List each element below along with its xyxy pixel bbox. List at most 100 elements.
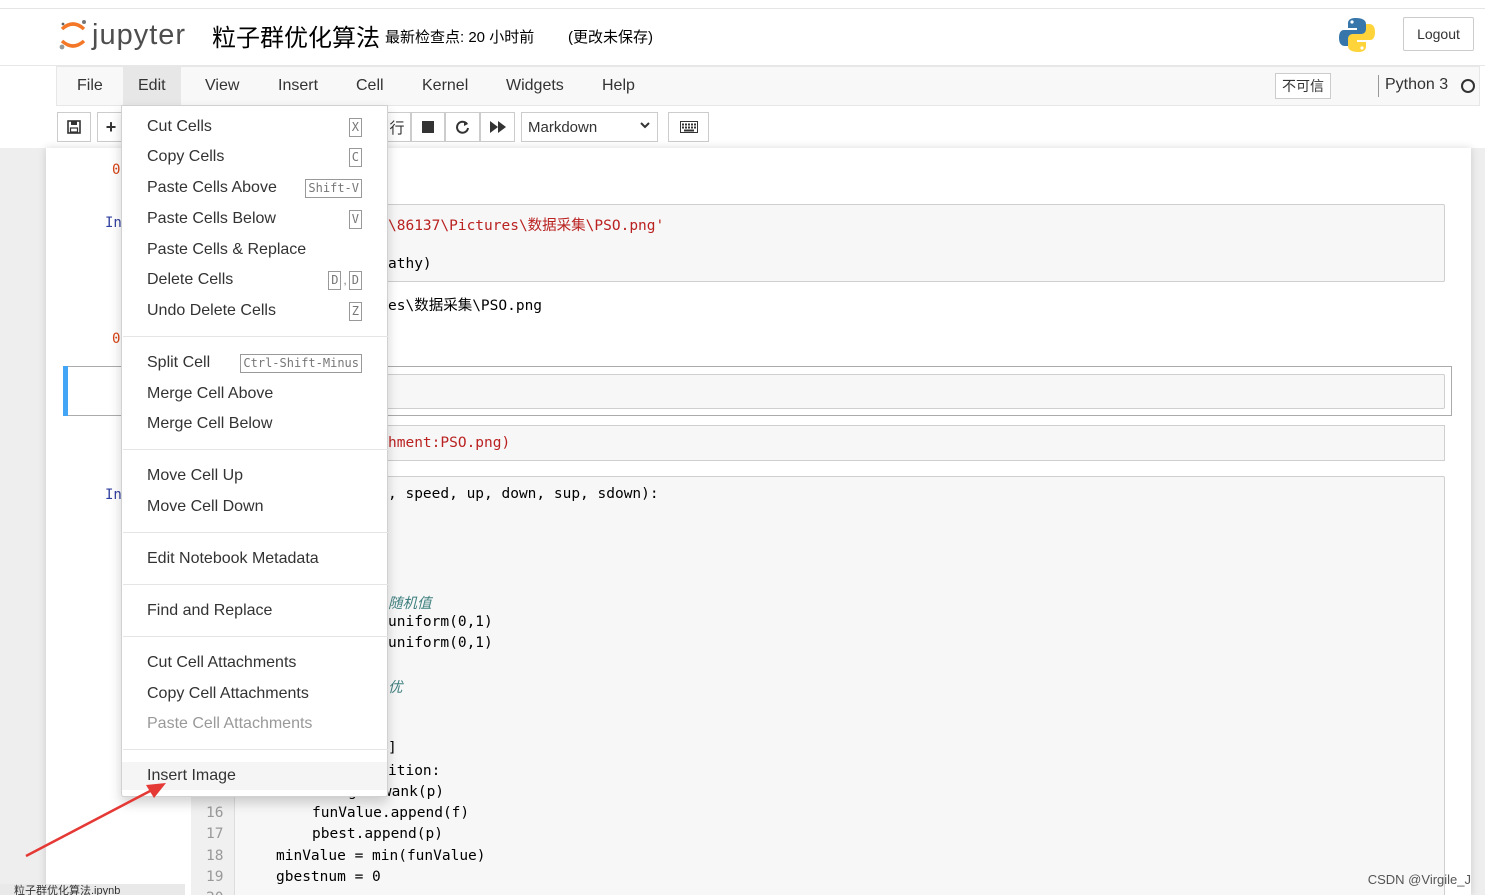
menu-item-label: Paste Cells Above [147,179,277,196]
menu-insert[interactable]: Insert [263,67,333,105]
menu-file[interactable]: File [62,67,118,105]
shortcut-key: X [348,117,362,137]
menu-item-paste-cells-replace[interactable]: Paste Cells & Replace [122,236,387,264]
menu-help[interactable]: Help [587,67,650,105]
restart-kernel-button[interactable] [445,112,480,142]
line-number: 17 [206,826,224,842]
menu-item-label: Cut Cell Attachments [147,654,297,671]
menu-item-merge-cell-below[interactable]: Merge Cell Below [122,410,387,438]
command-palette-button[interactable] [668,112,709,142]
menu-item-label: Merge Cell Above [147,385,274,402]
menu-item-edit-notebook-metadata[interactable]: Edit Notebook Metadata [122,545,387,573]
menu-item-undo-delete-cells[interactable]: Undo Delete Cells Z [122,297,387,325]
shortcut-keys: D,D [328,270,362,290]
menu-item-label: Undo Delete Cells [147,302,276,319]
output-prompt: 0 [112,331,121,347]
browser-tab-hint: 粒子群优化算法.ipynb [0,884,185,895]
menu-kernel[interactable]: Kernel [407,67,483,105]
menu-item-delete-cells[interactable]: Delete Cells D,D [122,266,387,294]
menu-divider [123,336,388,337]
jupyter-logo[interactable]: jupyter [58,16,186,54]
plus-icon: + [105,116,117,137]
menu-item-find-and-replace[interactable]: Find and Replace [122,597,387,625]
restart-icon [456,120,469,134]
top-rule [0,8,1485,9]
kernel-name: Python 3 [1385,76,1449,93]
menu-widgets[interactable]: Widgets [491,67,579,105]
menu-item-label: Cut Cells [147,118,212,135]
menu-item-paste-cells-below[interactable]: Paste Cells Below V [122,205,387,233]
line-number: 16 [206,805,224,821]
input-prompt: In [105,487,122,503]
trust-notebook-badge[interactable]: 不可信 [1275,73,1331,99]
code-line: pbest.append(p) [312,826,443,842]
shortcut-key: Shift-V [305,178,362,198]
restart-run-all-button[interactable] [480,112,515,142]
menu-item-label: Copy Cell Attachments [147,685,309,702]
menubar: File Edit View Insert Cell Kernel Widget… [56,66,1480,106]
menu-divider [123,749,388,750]
save-icon [67,120,81,134]
jupyter-logo-text: jupyter [92,18,187,51]
code-comment: 随机值 [388,596,432,612]
chevron-down-icon [639,119,651,134]
shortcut-key: Ctrl-Shift-Minus [240,353,362,373]
run-button[interactable]: 行 [384,112,411,142]
menu-edit[interactable]: Edit [123,67,181,105]
menu-item-label: Copy Cells [147,148,225,165]
code-line: ] [388,740,397,756]
attachment-reference: hment:PSO.png) [388,435,511,451]
logout-button[interactable]: Logout [1403,17,1474,51]
autosave-status: (更改未保存) [568,29,653,46]
menu-item-label: Delete Cells [147,271,234,288]
menu-item-label: Find and Replace [147,602,273,619]
code-line: ition: [388,763,441,779]
menu-item-label: Paste Cell Attachments [147,715,313,732]
menu-cell[interactable]: Cell [341,67,399,105]
code-line: funValue.append(f) [312,805,470,821]
selected-cell-indicator [63,366,68,416]
line-number: 19 [206,869,224,885]
menu-item-copy-cells[interactable]: Copy Cells C [122,143,387,171]
menu-divider [123,532,388,533]
menu-item-merge-cell-above[interactable]: Merge Cell Above [122,380,387,408]
line-number: 20 [206,890,223,895]
menu-item-paste-cell-attachments: Paste Cell Attachments [122,710,387,738]
stop-icon [422,121,434,133]
menu-item-label: Merge Cell Below [147,415,273,432]
save-button[interactable] [57,112,91,142]
menu-item-label: Edit Notebook Metadata [147,550,319,567]
code-line: \86137\Pictures\数据采集\PSO.png' [388,218,665,234]
code-line: gbestnum = 0 [276,869,381,885]
annotation-arrow-icon [25,783,166,858]
shortcut-key: C [348,147,362,167]
shortcut-key: D [328,270,342,290]
input-prompt: In [105,215,122,231]
menu-item-paste-cells-above[interactable]: Paste Cells Above Shift-V [122,174,387,202]
shortcut-key: Z [348,301,362,321]
notebook-title[interactable]: 粒子群优化算法 [212,18,380,53]
menu-item-move-cell-down[interactable]: Move Cell Down [122,493,387,521]
menu-item-copy-cell-attachments[interactable]: Copy Cell Attachments [122,680,387,708]
csdn-watermark: CSDN @Virgile_J [1367,872,1471,887]
menu-view[interactable]: View [190,67,254,105]
menu-divider [123,584,388,585]
menu-item-cut-cell-attachments[interactable]: Cut Cell Attachments [122,649,387,677]
shortcut-separator: , [343,273,347,287]
cell-type-select[interactable]: Markdown [521,112,658,142]
interrupt-kernel-button[interactable] [411,112,445,142]
menu-item-label: Move Cell Down [147,498,264,515]
menu-item-label: Move Cell Up [147,467,244,484]
menu-item-label: Split Cell [147,354,211,371]
menu-item-label: Paste Cells Below [147,210,276,227]
kernel-idle-indicator-icon [1461,79,1475,93]
checkpoint-status: 最新检查点: 20 小时前 [385,29,535,46]
keyboard-icon [679,121,698,133]
fast-forward-icon [489,121,506,133]
menu-item-cut-cells[interactable]: Cut Cells X [122,113,387,141]
shortcut-key: D [348,270,362,290]
code-line: uniform(0,1) [388,614,493,630]
menu-item-split-cell[interactable]: Split Cell Ctrl-Shift-Minus [122,349,387,377]
menu-item-move-cell-up[interactable]: Move Cell Up [122,462,387,490]
code-line: , speed, up, down, sup, sdown): [388,486,659,502]
